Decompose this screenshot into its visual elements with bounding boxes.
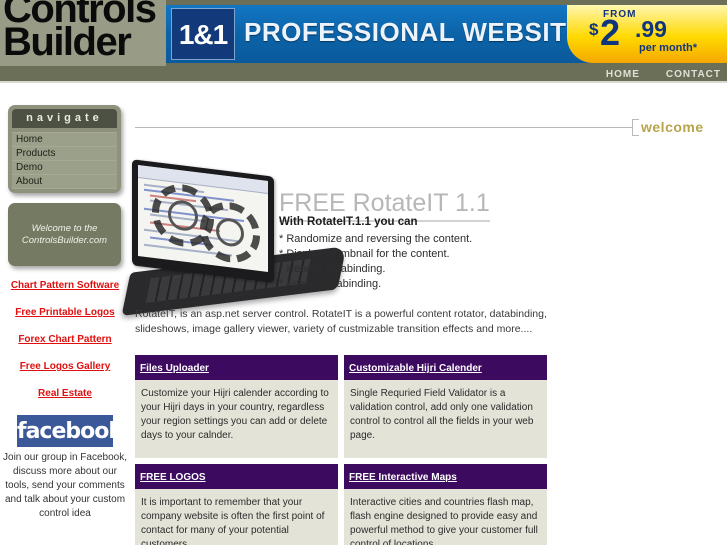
ad-dollar-sign: $ [589,20,599,39]
link-forex-chart-pattern[interactable]: Forex Chart Pattern [0,334,130,345]
product-subtitle: With RotateIT.1.1 you can [279,216,418,228]
feature-card-header: Files Uploader [135,355,338,380]
link-real-estate[interactable]: Real Estate [0,388,130,399]
section-title-welcome: welcome [641,119,704,135]
navigate-menu: Home Products Demo About [12,132,117,189]
welcome-panel: Welcome to the ControlsBuilder.com [8,203,121,266]
topnav-contact[interactable]: CONTACT [666,69,721,80]
section-bracket-icon [632,119,639,136]
site-logo-text: Controls Builder [3,0,166,62]
ad-brand-badge: 1&1 [171,8,235,60]
link-chart-pattern-software[interactable]: Chart Pattern Software [0,280,130,291]
advertisement-banner[interactable]: 1&1 PROFESSIONAL WEBSITES FROM $ 2 .99 p… [166,5,727,63]
feature-card-link[interactable]: FREE Interactive Maps [349,472,457,483]
link-free-logos-gallery[interactable]: Free Logos Gallery [0,361,130,372]
ad-price-badge: FROM $ 2 .99 per month* [567,5,727,63]
feature-card-link[interactable]: Files Uploader [140,363,209,374]
sidebar: navigate Home Products Demo About Welcom… [0,105,130,521]
feature-card: FREE LOGOS It is important to remember t… [135,464,338,545]
feature-card-link[interactable]: FREE LOGOS [140,472,206,483]
sidebar-item-demo[interactable]: Demo [12,161,117,175]
top-banner: Controls Builder 1&1 PROFESSIONAL WEBSITE… [0,0,727,83]
navigate-panel: navigate Home Products Demo About [8,105,121,193]
ad-headline: PROFESSIONAL WEBSITES [244,17,603,47]
feature-card-header: FREE LOGOS [135,464,338,489]
feature-card-header: Customizable Hijri Calender [344,355,547,380]
link-free-printable-logos[interactable]: Free Printable Logos [0,307,130,318]
ad-per-month-label: per month* [639,42,698,54]
feature-card-body: Interactive cities and countries flash m… [344,489,547,545]
facebook-logo[interactable]: facebook [17,415,123,447]
navigate-panel-title: navigate [12,109,117,128]
feature-card-body: Customize your Hijri calender according … [135,380,338,458]
sidebar-item-home[interactable]: Home [12,132,117,147]
ad-price-cents: .99 [635,16,667,42]
product-feature-list: * Randomize and reversing the content. *… [279,233,473,290]
site-logo[interactable]: Controls Builder [0,0,166,66]
feature-card: Customizable Hijri Calender Single Requr… [344,355,547,458]
feature-card-header: FREE Interactive Maps [344,464,547,489]
laptop-lid [132,159,274,283]
welcome-panel-text: Welcome to the ControlsBuilder.com [21,222,108,246]
feature-card: FREE Interactive Maps Interactive cities… [344,464,547,545]
top-navigation: HOME CONTACT [606,66,721,83]
section-divider-rule [135,127,632,128]
feature-card-link[interactable]: Customizable Hijri Calender [349,363,482,374]
feature-card-body: Single Requried Field Validator is a val… [344,380,547,458]
topnav-home[interactable]: HOME [606,69,640,80]
feature-card-body: It is important to remember that your co… [135,489,338,545]
ad-price-amount: 2 [600,12,621,53]
product-description: RotateIT, is an asp.net server control. … [135,308,547,335]
sidebar-item-products[interactable]: Products [12,147,117,161]
site-logo-line2: Builder [3,20,132,64]
facebook-description: Join our group in Facebook, discuss more… [3,452,127,519]
page-root: Controls Builder 1&1 PROFESSIONAL WEBSITE… [0,0,727,545]
sidebar-item-about[interactable]: About [12,175,117,189]
sponsored-links: Chart Pattern Software Free Printable Lo… [0,280,130,399]
feature-card-grid: Files Uploader Customize your Hijri cale… [135,355,547,545]
feature-card: Files Uploader Customize your Hijri cale… [135,355,338,458]
laptop-screen [138,165,268,272]
